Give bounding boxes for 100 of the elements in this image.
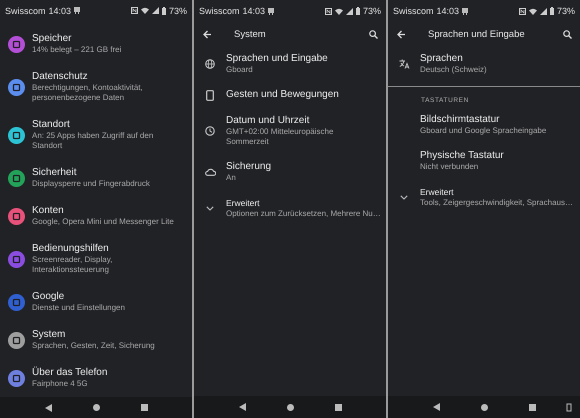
home-icon[interactable] xyxy=(480,404,488,410)
settings-item[interactable]: System Sprachen, Gesten, Zeit, Sicherung xyxy=(0,321,192,359)
settings-item[interactable]: Datum und Uhrzeit GMT+02:00 Mitteleuropäische Sommerzeit xyxy=(194,108,386,154)
settings-item[interactable]: Sprachen und Eingabe Gboard xyxy=(194,46,386,82)
item-title: Über das Telefon xyxy=(32,367,108,379)
item-subtitle: Deutsch (Schweiz) xyxy=(420,65,487,75)
phone-icon xyxy=(206,90,214,100)
battery-icon xyxy=(550,7,554,15)
item-subtitle: 14% belegt – 221 GB frei xyxy=(32,45,122,55)
settings-item[interactable]: Speicher 14% belegt – 221 GB frei xyxy=(0,25,192,63)
recents-icon[interactable] xyxy=(140,404,148,411)
item-title: Datenschutz xyxy=(32,71,88,83)
clock-time: 14:03 xyxy=(48,6,72,16)
carrier: Swisscom xyxy=(199,6,240,16)
item-title: System xyxy=(32,329,66,341)
settings-item[interactable]: Sprachen Deutsch (Schweiz) xyxy=(388,46,580,82)
cloud-icon xyxy=(204,168,216,176)
carrier: Swisscom xyxy=(393,6,434,16)
settings-item[interactable]: Standort An: 25 Apps haben Zugriff auf den Standort xyxy=(0,111,192,159)
back-arrow-icon[interactable] xyxy=(203,30,212,38)
clock-icon xyxy=(205,126,215,136)
back-icon[interactable] xyxy=(432,403,440,411)
item-title: Sicherheit xyxy=(32,167,76,179)
home-icon[interactable] xyxy=(92,404,100,411)
search-icon[interactable] xyxy=(563,30,572,38)
settings-item[interactable]: Gesten und Bewegungen xyxy=(194,82,386,108)
back-icon[interactable] xyxy=(44,404,52,412)
back-arrow-icon[interactable] xyxy=(397,30,406,38)
settings-item[interactable]: Bedienungshilfen Screenreader, Display, Interaktionssteuerung xyxy=(0,235,192,283)
item-subtitle: Optionen zum Zurücksetzen, Mehrere Nu… xyxy=(226,209,381,219)
item-title: Standort xyxy=(32,119,70,131)
chevron-down-icon xyxy=(400,194,408,200)
item-subtitle: An: 25 Apps haben Zugriff auf den Standort xyxy=(32,131,154,151)
settings-item[interactable]: Physische Tastatur Nicht verbunden xyxy=(388,143,580,179)
recents-icon[interactable] xyxy=(528,404,536,410)
signal-icon xyxy=(346,8,353,14)
item-subtitle: An xyxy=(226,173,236,183)
item-title: Datum und Uhrzeit xyxy=(226,115,310,127)
item-subtitle: Gboard xyxy=(226,65,253,75)
item-title: Gesten und Bewegungen xyxy=(226,89,339,101)
item-subtitle: Tools, Zeigergeschwindigkeit, Sprachaus… xyxy=(420,198,573,208)
settings-item[interactable]: Google Dienste und Einstellungen xyxy=(0,283,192,321)
settings-item[interactable]: Sicherung An xyxy=(194,154,386,190)
clock-time: 14:03 xyxy=(436,6,460,16)
settings-item[interactable]: Über das Telefon Fairphone 4 5G xyxy=(0,359,192,397)
battery-icon xyxy=(356,7,360,15)
item-subtitle: Berechtigungen, Kontoaktivität, personenbezogene Daten xyxy=(32,83,144,103)
item-subtitle: Displaysperre und Fingerabdruck xyxy=(32,179,150,189)
recents-icon[interactable] xyxy=(334,404,342,410)
battery-level: 73% xyxy=(168,6,187,16)
item-title: Bedienungshilfen xyxy=(32,243,109,255)
item-subtitle: GMT+02:00 Mitteleuropäische Sommerzeit xyxy=(226,127,334,147)
item-title: Sprachen und Eingabe xyxy=(226,53,328,65)
settings-item[interactable]: Bildschirmtastatur Gboard und Google Spracheingabe xyxy=(388,107,580,143)
item-subtitle: Dienste und Einstellungen xyxy=(32,303,125,313)
wifi-icon xyxy=(528,8,537,14)
nfc-icon xyxy=(324,8,332,14)
notification-icon xyxy=(74,7,80,14)
item-title: Sprachen xyxy=(420,53,463,65)
home-icon[interactable] xyxy=(286,404,294,410)
settings-item[interactable]: Datenschutz Berechtigungen, Kontoaktivität, personenbezogene Daten xyxy=(0,63,192,111)
chevron-down-icon xyxy=(206,206,214,210)
signal-icon xyxy=(540,8,547,14)
item-subtitle: Gboard und Google Spracheingabe xyxy=(420,126,546,136)
item-subtitle: Nicht verbunden xyxy=(420,162,478,172)
item-title: Konten xyxy=(32,205,64,217)
carrier: Swisscom xyxy=(5,6,46,16)
battery-level: 73% xyxy=(556,6,575,16)
item-title: Google xyxy=(32,291,64,303)
settings-item[interactable]: Erweitert Optionen zum Zurücksetzen, Mehrere Nu… xyxy=(194,190,386,226)
battery-level: 73% xyxy=(362,6,381,16)
signal-icon xyxy=(152,7,159,14)
item-title: Speicher xyxy=(32,33,72,45)
search-icon[interactable] xyxy=(369,30,378,38)
globe-icon xyxy=(205,59,215,69)
item-title: Erweitert xyxy=(226,197,260,209)
screen-title: Sprachen und Eingabe xyxy=(427,28,526,40)
clock-time: 14:03 xyxy=(242,6,266,16)
screen-title: System xyxy=(233,28,267,40)
notification-icon xyxy=(268,8,274,14)
item-subtitle: Google, Opera Mini und Messenger Lite xyxy=(32,217,174,227)
nfc-icon xyxy=(518,8,526,14)
rotate-icon[interactable] xyxy=(566,403,572,412)
notification-icon xyxy=(462,8,468,14)
item-title: Erweitert xyxy=(420,186,454,198)
wifi-icon xyxy=(334,8,343,14)
item-subtitle: Fairphone 4 5G xyxy=(32,379,88,389)
wifi-icon xyxy=(140,7,149,14)
nfc-icon xyxy=(130,7,138,14)
item-title: Physische Tastatur xyxy=(420,150,504,162)
back-icon[interactable] xyxy=(238,403,246,411)
item-title: Bildschirmtastatur xyxy=(420,114,500,126)
battery-icon xyxy=(162,6,166,14)
translate-icon xyxy=(398,59,410,69)
item-subtitle: Sprachen, Gesten, Zeit, Sicherung xyxy=(32,341,155,351)
settings-item[interactable]: Sicherheit Displaysperre und Fingerabdruck xyxy=(0,159,192,197)
item-title: Sicherung xyxy=(226,161,272,173)
settings-item[interactable]: Konten Google, Opera Mini und Messenger Lite xyxy=(0,197,192,235)
settings-item[interactable]: Erweitert Tools, Zeigergeschwindigkeit, Sprachaus… xyxy=(388,179,580,215)
item-subtitle: Screenreader, Display, Interaktionssteuerung xyxy=(32,255,114,275)
